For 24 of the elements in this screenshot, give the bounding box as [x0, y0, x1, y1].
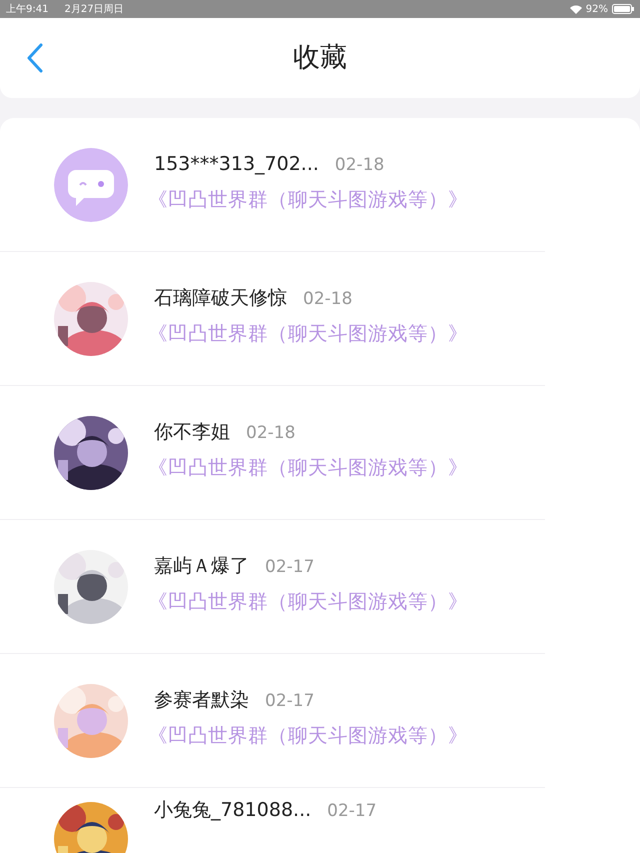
- battery-level: 92%: [586, 2, 608, 16]
- user-name: 嘉屿Ａ爆了: [154, 554, 249, 580]
- date: 02-18: [334, 154, 384, 178]
- user-name: 你不李姐: [154, 420, 230, 446]
- page-title: 收藏: [293, 40, 347, 75]
- avatar-placeholder-icon: [54, 148, 128, 222]
- battery-icon: [612, 4, 634, 14]
- user-name: 153***313_702...: [154, 152, 319, 178]
- date: 02-17: [265, 690, 314, 714]
- date: 2月27日周日: [64, 2, 124, 16]
- group-link[interactable]: 《凹凸世界群（聊天斗图游戏等）》: [148, 452, 468, 482]
- user-name: 小兔兔_781088...: [154, 798, 312, 823]
- group-link[interactable]: 《凹凸世界群（聊天斗图游戏等）》: [148, 720, 468, 750]
- date: 02-17: [327, 800, 377, 823]
- user-name: 参赛者默染: [154, 688, 249, 714]
- date: 02-18: [303, 288, 352, 312]
- group-link[interactable]: 《凹凸世界群（聊天斗图游戏等）》: [148, 318, 468, 348]
- user-name: 石璃障破天修惊: [154, 286, 287, 312]
- time: 上午9:41: [6, 2, 48, 16]
- date: 02-17: [265, 556, 314, 580]
- group-link[interactable]: 《凹凸世界群（聊天斗图游戏等）》: [148, 184, 468, 214]
- wifi-icon: [570, 4, 582, 14]
- date: 02-18: [246, 422, 296, 446]
- group-link[interactable]: 《凹凸世界群（聊天斗图游戏等）》: [148, 586, 468, 616]
